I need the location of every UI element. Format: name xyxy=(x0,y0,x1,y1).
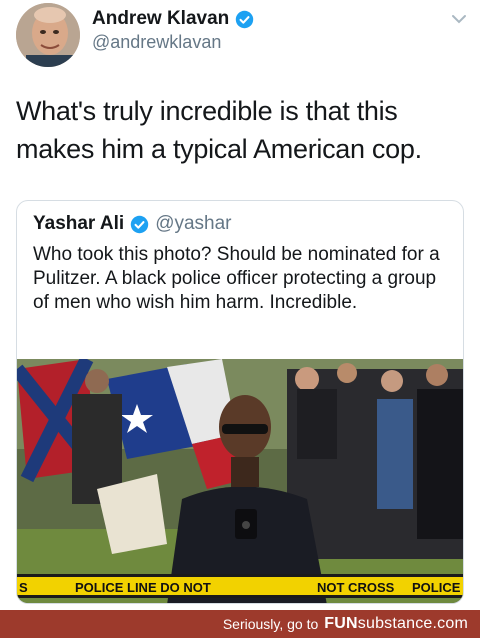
author-avatar[interactable] xyxy=(16,3,80,67)
photo-illustration: S POLICE LINE DO NOT NOT CROSS POLICE LI… xyxy=(17,359,464,603)
author-name-row: Andrew Klavan xyxy=(92,8,254,30)
chevron-down-icon[interactable] xyxy=(450,10,468,28)
quoted-author-name[interactable]: Yashar Ali xyxy=(33,213,124,235)
footer-message: Seriously, go to xyxy=(222,616,319,632)
quoted-tweet-photo[interactable]: S POLICE LINE DO NOT NOT CROSS POLICE LI… xyxy=(17,359,464,603)
tape-text-3: NOT CROSS xyxy=(317,580,395,595)
author-avatar-image xyxy=(16,3,80,67)
quoted-author-handle[interactable]: @yashar xyxy=(155,213,231,235)
footer-brand-rest: substance.com xyxy=(357,615,468,632)
tape-text-1: S xyxy=(19,580,28,595)
verified-badge-icon xyxy=(236,10,254,28)
quoted-tweet[interactable]: Yashar Ali @yashar Who took this photo? … xyxy=(16,200,464,604)
tape-text-2: POLICE LINE DO NOT xyxy=(75,580,211,595)
quoted-tweet-header: Yashar Ali @yashar xyxy=(33,213,232,235)
author-handle[interactable]: @andrewklavan xyxy=(92,32,221,53)
footer-brand-bold: FUN xyxy=(324,615,358,632)
tweet-text: What's truly incredible is that this mak… xyxy=(16,96,422,164)
tape-text-4: POLICE LINE xyxy=(412,580,464,595)
quoted-tweet-text: Who took this photo? Should be nominated… xyxy=(33,244,440,313)
footer-brand[interactable]: FUNsubstance.com xyxy=(324,615,468,633)
verified-badge-icon xyxy=(130,215,149,233)
author-name[interactable]: Andrew Klavan xyxy=(92,8,229,30)
site-footer: Seriously, go to FUNsubstance.com xyxy=(0,610,480,638)
